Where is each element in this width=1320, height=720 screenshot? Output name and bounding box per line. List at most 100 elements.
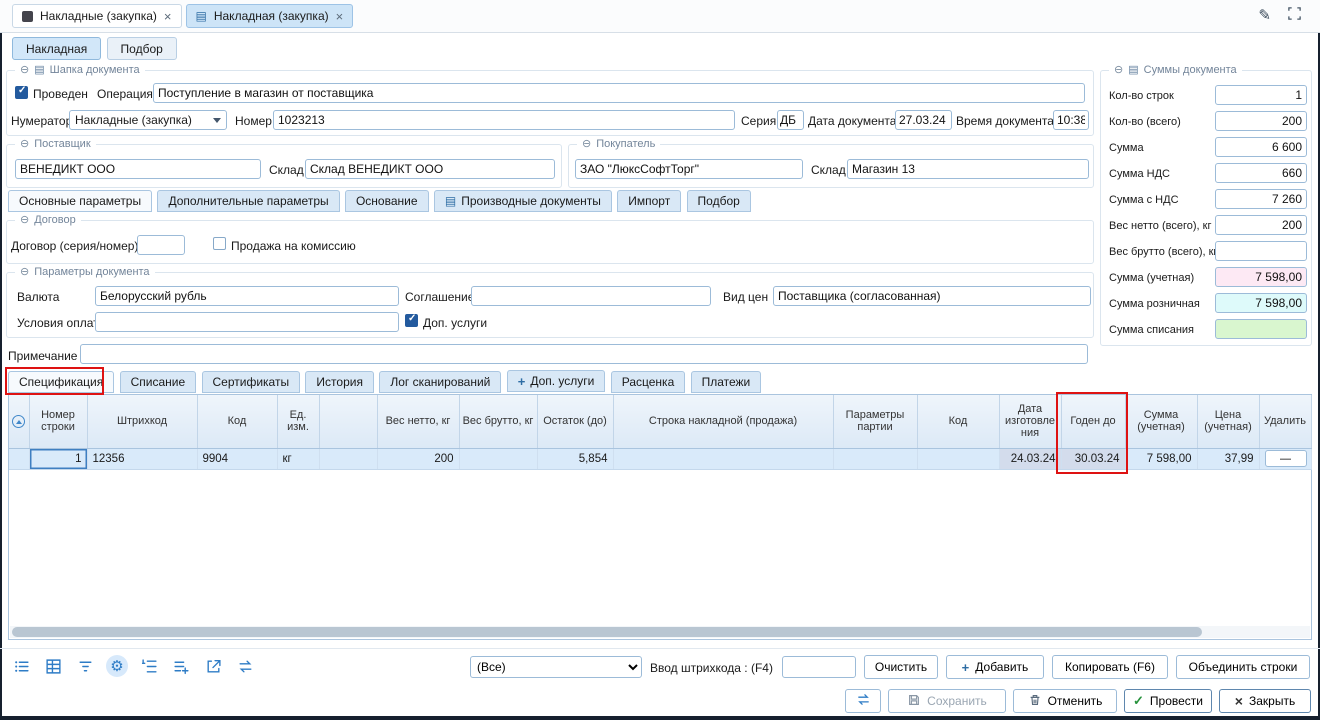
horizontal-scrollbar[interactable] [10, 626, 1310, 638]
col-header[interactable]: Строка накладной (продажа) [613, 395, 833, 448]
cancel-button[interactable]: Отменить [1013, 689, 1117, 713]
col-header[interactable]: Остаток (до) [537, 395, 613, 448]
cell-ves-brutto[interactable] [459, 448, 537, 469]
note-input[interactable] [80, 344, 1088, 364]
tab-sertifikaty[interactable]: Сертификаты [202, 371, 301, 393]
buyer-input[interactable] [575, 159, 803, 179]
cell-goden-do[interactable]: 30.03.24 [1061, 448, 1125, 469]
col-header[interactable]: Вес брутто, кг [459, 395, 537, 448]
cell-data-izgotovleniya[interactable]: 24.03.24 [999, 448, 1061, 469]
tab-podbor[interactable]: Подбор [107, 37, 177, 60]
filter-icon[interactable] [74, 655, 96, 677]
sum-value-uchetnaya[interactable] [1215, 267, 1307, 287]
collapse-icon[interactable] [1114, 63, 1123, 76]
cell-shtrihkod[interactable]: 12356 [87, 448, 197, 469]
post-button[interactable]: Провести [1124, 689, 1212, 713]
export-icon[interactable] [202, 655, 224, 677]
row-selector-cell[interactable] [9, 448, 29, 469]
sum-value-summa[interactable] [1215, 137, 1307, 157]
col-header[interactable]: Дата изготовления [999, 395, 1061, 448]
number-input[interactable] [273, 110, 735, 130]
tab-osnovnye-parametry[interactable]: Основные параметры [8, 190, 152, 212]
col-header[interactable] [319, 395, 377, 448]
proveden-checkbox[interactable] [15, 86, 28, 99]
cell-kod[interactable]: 9904 [197, 448, 277, 469]
cell-parametry-partii[interactable] [833, 448, 917, 469]
cell-ed-izm[interactable]: кг [277, 448, 319, 469]
close-button[interactable]: Закрыть [1219, 689, 1311, 713]
tab-dop-uslugi[interactable]: Доп. услуги [507, 370, 606, 392]
refresh-button[interactable] [845, 689, 881, 713]
sum-value-summa-nds[interactable] [1215, 163, 1307, 183]
sum-value-kol-vo-vsego[interactable] [1215, 111, 1307, 131]
tab-spisanie[interactable]: Списание [120, 371, 197, 393]
cell-blank[interactable] [319, 448, 377, 469]
cell-ves-netto[interactable]: 200 [377, 448, 459, 469]
tab-invoices-list[interactable]: Накладные (закупка) [12, 4, 182, 28]
edit-pencil-icon[interactable] [1258, 6, 1271, 24]
sum-value-ves-brutto[interactable] [1215, 241, 1307, 261]
add-row-button[interactable]: Добавить [946, 655, 1044, 679]
collapse-icon[interactable] [20, 265, 29, 278]
agreement-input[interactable] [471, 286, 711, 306]
numbered-list-icon[interactable] [10, 655, 32, 677]
series-input[interactable] [777, 110, 804, 130]
tab-import[interactable]: Импорт [617, 190, 681, 212]
cell-stroka-nakladnoy[interactable] [613, 448, 833, 469]
clear-button[interactable]: Очистить [864, 655, 938, 679]
tab-rascenka[interactable]: Расценка [611, 371, 686, 393]
cell-kod2[interactable] [917, 448, 999, 469]
tab-proizvodnye-dokumenty[interactable]: Производные документы [434, 190, 612, 212]
barcode-input[interactable] [782, 656, 856, 678]
price-type-input[interactable] [773, 286, 1091, 306]
table-row[interactable]: 1 12356 9904 кг 200 5,854 24.03.24 30.03… [9, 448, 1311, 469]
extra-services-checkbox[interactable] [405, 314, 418, 327]
buyer-sklad-input[interactable] [847, 159, 1089, 179]
col-header[interactable]: Код [197, 395, 277, 448]
tab-podbor2[interactable]: Подбор [687, 190, 751, 212]
supplier-input[interactable] [15, 159, 261, 179]
doc-time-input[interactable] [1053, 110, 1089, 130]
col-header[interactable]: Сумма (учетная) [1125, 395, 1197, 448]
contract-input[interactable] [137, 235, 185, 255]
tab-invoice-document[interactable]: Накладная (закупка) [186, 4, 354, 28]
grid-view-icon[interactable] [42, 655, 64, 677]
sum-value-kol-vo-strok[interactable] [1215, 85, 1307, 105]
tab-platezhi[interactable]: Платежи [691, 371, 762, 393]
sum-value-summa-s-nds[interactable] [1215, 189, 1307, 209]
tab-osnovanie[interactable]: Основание [345, 190, 429, 212]
col-header[interactable]: Штрихкод [87, 395, 197, 448]
col-header[interactable]: Вес нетто, кг [377, 395, 459, 448]
close-icon[interactable] [336, 9, 344, 24]
supplier-sklad-input[interactable] [305, 159, 555, 179]
collapse-icon[interactable] [20, 63, 29, 76]
col-header[interactable]: Удалить [1259, 395, 1311, 448]
cell-summa-uchetnaya[interactable]: 7 598,00 [1125, 448, 1197, 469]
cell-cena-uchetnaya[interactable]: 37,99 [1197, 448, 1259, 469]
ordered-list-icon[interactable] [138, 655, 160, 677]
collapse-icon[interactable] [20, 137, 29, 150]
payment-terms-input[interactable] [95, 312, 399, 332]
copy-button[interactable]: Копировать (F6) [1052, 655, 1168, 679]
close-icon[interactable] [164, 9, 172, 24]
cell-ostatok[interactable]: 5,854 [537, 448, 613, 469]
cell-nomer-stroki[interactable]: 1 [29, 448, 87, 469]
delete-row-button[interactable]: — [1265, 450, 1307, 467]
col-header[interactable]: Код [917, 395, 999, 448]
horizontal-scrollbar-thumb[interactable] [12, 627, 1202, 637]
numerator-combo[interactable]: Накладные (закупка) [69, 110, 227, 130]
doc-date-input[interactable] [895, 110, 952, 130]
settings-gear-icon[interactable] [106, 655, 128, 677]
commission-checkbox[interactable] [213, 237, 226, 250]
tab-specifikaciya[interactable]: Спецификация [8, 371, 114, 393]
operation-input[interactable] [153, 83, 1085, 103]
merge-rows-button[interactable]: Объединить строки [1176, 655, 1310, 679]
tab-log-skanirovaniy[interactable]: Лог сканирований [379, 371, 501, 393]
col-header-goden-do[interactable]: Годен до [1061, 395, 1125, 448]
sum-value-roznichnaya[interactable] [1215, 293, 1307, 313]
col-header[interactable]: Номер строки [29, 395, 87, 448]
swap-columns-icon[interactable] [234, 655, 256, 677]
sort-icon[interactable] [12, 415, 25, 428]
col-header[interactable]: Параметры партии [833, 395, 917, 448]
tab-nakladnaya[interactable]: Накладная [12, 37, 101, 60]
